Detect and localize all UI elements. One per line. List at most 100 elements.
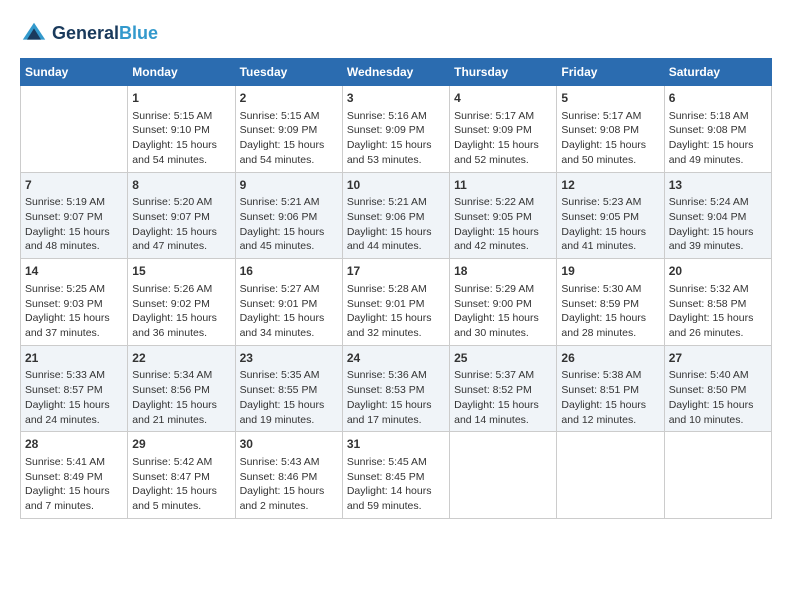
calendar-body: 1 Sunrise: 5:15 AM Sunset: 9:10 PM Daylig…: [21, 86, 772, 519]
calendar-week-row: 21Sunrise: 5:33 AM Sunset: 8:57 PM Dayli…: [21, 345, 772, 432]
day-number: 22: [132, 350, 230, 367]
day-number: 9: [240, 177, 338, 194]
calendar-cell: 8Sunrise: 5:20 AM Sunset: 9:07 PM Daylig…: [128, 172, 235, 259]
calendar-week-row: 1 Sunrise: 5:15 AM Sunset: 9:10 PM Daylig…: [21, 86, 772, 173]
calendar-cell: 11Sunrise: 5:22 AM Sunset: 9:05 PM Dayli…: [450, 172, 557, 259]
calendar-cell: 3Sunrise: 5:16 AM Sunset: 9:09 PM Daylig…: [342, 86, 449, 173]
calendar-cell: 26Sunrise: 5:38 AM Sunset: 8:51 PM Dayli…: [557, 345, 664, 432]
calendar-cell: 28 Sunrise: 5:41 AM Sunset: 8:49 PM Dayli…: [21, 432, 128, 519]
calendar-cell: [557, 432, 664, 519]
day-number: 2: [240, 90, 338, 107]
day-number: 18: [454, 263, 552, 280]
day-number: 27: [669, 350, 767, 367]
calendar-cell: 18 Sunrise: 5:29 AM Sunset: 9:00 PM Dayli…: [450, 259, 557, 346]
calendar-cell: 20 Sunrise: 5:32 AM Sunset: 8:58 PM Dayli…: [664, 259, 771, 346]
cell-content: Sunrise: 5:25 AM Sunset: 9:03 PM Dayligh…: [25, 282, 123, 341]
calendar-day-header: Monday: [128, 59, 235, 86]
day-number: 29: [132, 436, 230, 453]
cell-content: Sunrise: 5:21 AM Sunset: 9:06 PM Dayligh…: [347, 195, 445, 254]
day-number: 31: [347, 436, 445, 453]
day-number: 13: [669, 177, 767, 194]
day-number: 5: [561, 90, 659, 107]
calendar-header-row: SundayMondayTuesdayWednesdayThursdayFrid…: [21, 59, 772, 86]
calendar-cell: 17 Sunrise: 5:28 AM Sunset: 9:01 PM Dayli…: [342, 259, 449, 346]
day-number: 15: [132, 263, 230, 280]
cell-content: Sunrise: 5:17 AM Sunset: 9:09 PM Dayligh…: [454, 109, 552, 168]
day-number: 24: [347, 350, 445, 367]
day-number: 20: [669, 263, 767, 280]
cell-content: Sunrise: 5:43 AM Sunset: 8:46 PM Dayligh…: [240, 455, 338, 514]
calendar-cell: 23Sunrise: 5:35 AM Sunset: 8:55 PM Dayli…: [235, 345, 342, 432]
day-number: 11: [454, 177, 552, 194]
cell-content: Sunrise: 5:38 AM Sunset: 8:51 PM Dayligh…: [561, 368, 659, 427]
cell-content: Sunrise: 5:32 AM Sunset: 8:58 PM Dayligh…: [669, 282, 767, 341]
day-number: 6: [669, 90, 767, 107]
calendar-cell: [21, 86, 128, 173]
calendar-week-row: 28 Sunrise: 5:41 AM Sunset: 8:49 PM Dayli…: [21, 432, 772, 519]
calendar-cell: 21Sunrise: 5:33 AM Sunset: 8:57 PM Dayli…: [21, 345, 128, 432]
calendar-cell: 31 Sunrise: 5:45 AM Sunset: 8:45 PM Dayli…: [342, 432, 449, 519]
calendar-cell: 2 Sunrise: 5:15 AM Sunset: 9:09 PM Daylig…: [235, 86, 342, 173]
cell-content: Sunrise: 5:23 AM Sunset: 9:05 PM Dayligh…: [561, 195, 659, 254]
logo-text: GeneralBlue: [52, 24, 158, 44]
cell-content: Sunrise: 5:19 AM Sunset: 9:07 PM Dayligh…: [25, 195, 123, 254]
day-number: 23: [240, 350, 338, 367]
cell-content: Sunrise: 5:45 AM Sunset: 8:45 PM Dayligh…: [347, 455, 445, 514]
cell-content: Sunrise: 5:37 AM Sunset: 8:52 PM Dayligh…: [454, 368, 552, 427]
cell-content: Sunrise: 5:18 AM Sunset: 9:08 PM Dayligh…: [669, 109, 767, 168]
calendar-day-header: Thursday: [450, 59, 557, 86]
calendar-cell: 24Sunrise: 5:36 AM Sunset: 8:53 PM Dayli…: [342, 345, 449, 432]
cell-content: Sunrise: 5:30 AM Sunset: 8:59 PM Dayligh…: [561, 282, 659, 341]
calendar-cell: [450, 432, 557, 519]
calendar-cell: 15Sunrise: 5:26 AM Sunset: 9:02 PM Dayli…: [128, 259, 235, 346]
cell-content: Sunrise: 5:27 AM Sunset: 9:01 PM Dayligh…: [240, 282, 338, 341]
cell-content: Sunrise: 5:15 AM Sunset: 9:10 PM Dayligh…: [132, 109, 230, 168]
cell-content: Sunrise: 5:22 AM Sunset: 9:05 PM Dayligh…: [454, 195, 552, 254]
day-number: 30: [240, 436, 338, 453]
calendar-cell: 22Sunrise: 5:34 AM Sunset: 8:56 PM Dayli…: [128, 345, 235, 432]
day-number: 3: [347, 90, 445, 107]
calendar-cell: 29 Sunrise: 5:42 AM Sunset: 8:47 PM Dayli…: [128, 432, 235, 519]
calendar-cell: 16 Sunrise: 5:27 AM Sunset: 9:01 PM Dayli…: [235, 259, 342, 346]
day-number: 8: [132, 177, 230, 194]
day-number: 16: [240, 263, 338, 280]
day-number: 10: [347, 177, 445, 194]
cell-content: Sunrise: 5:17 AM Sunset: 9:08 PM Dayligh…: [561, 109, 659, 168]
calendar-cell: 30 Sunrise: 5:43 AM Sunset: 8:46 PM Dayli…: [235, 432, 342, 519]
calendar-week-row: 7Sunrise: 5:19 AM Sunset: 9:07 PM Daylig…: [21, 172, 772, 259]
calendar-cell: 7Sunrise: 5:19 AM Sunset: 9:07 PM Daylig…: [21, 172, 128, 259]
day-number: 14: [25, 263, 123, 280]
header: GeneralBlue: [20, 20, 772, 48]
calendar-cell: 25Sunrise: 5:37 AM Sunset: 8:52 PM Dayli…: [450, 345, 557, 432]
cell-content: Sunrise: 5:24 AM Sunset: 9:04 PM Dayligh…: [669, 195, 767, 254]
calendar-day-header: Saturday: [664, 59, 771, 86]
calendar-day-header: Tuesday: [235, 59, 342, 86]
calendar-week-row: 14 Sunrise: 5:25 AM Sunset: 9:03 PM Dayli…: [21, 259, 772, 346]
day-number: 17: [347, 263, 445, 280]
cell-content: Sunrise: 5:35 AM Sunset: 8:55 PM Dayligh…: [240, 368, 338, 427]
cell-content: Sunrise: 5:36 AM Sunset: 8:53 PM Dayligh…: [347, 368, 445, 427]
cell-content: Sunrise: 5:21 AM Sunset: 9:06 PM Dayligh…: [240, 195, 338, 254]
cell-content: Sunrise: 5:40 AM Sunset: 8:50 PM Dayligh…: [669, 368, 767, 427]
cell-content: Sunrise: 5:15 AM Sunset: 9:09 PM Dayligh…: [240, 109, 338, 168]
day-number: 1: [132, 90, 230, 107]
cell-content: Sunrise: 5:29 AM Sunset: 9:00 PM Dayligh…: [454, 282, 552, 341]
calendar-cell: 6 Sunrise: 5:18 AM Sunset: 9:08 PM Daylig…: [664, 86, 771, 173]
day-number: 28: [25, 436, 123, 453]
day-number: 12: [561, 177, 659, 194]
cell-content: Sunrise: 5:42 AM Sunset: 8:47 PM Dayligh…: [132, 455, 230, 514]
calendar-cell: 4 Sunrise: 5:17 AM Sunset: 9:09 PM Daylig…: [450, 86, 557, 173]
logo: GeneralBlue: [20, 20, 158, 48]
day-number: 4: [454, 90, 552, 107]
calendar-cell: 19Sunrise: 5:30 AM Sunset: 8:59 PM Dayli…: [557, 259, 664, 346]
day-number: 26: [561, 350, 659, 367]
calendar-cell: 1 Sunrise: 5:15 AM Sunset: 9:10 PM Daylig…: [128, 86, 235, 173]
cell-content: Sunrise: 5:41 AM Sunset: 8:49 PM Dayligh…: [25, 455, 123, 514]
day-number: 25: [454, 350, 552, 367]
calendar-cell: 9Sunrise: 5:21 AM Sunset: 9:06 PM Daylig…: [235, 172, 342, 259]
calendar-day-header: Friday: [557, 59, 664, 86]
calendar-cell: 12Sunrise: 5:23 AM Sunset: 9:05 PM Dayli…: [557, 172, 664, 259]
cell-content: Sunrise: 5:33 AM Sunset: 8:57 PM Dayligh…: [25, 368, 123, 427]
cell-content: Sunrise: 5:28 AM Sunset: 9:01 PM Dayligh…: [347, 282, 445, 341]
cell-content: Sunrise: 5:34 AM Sunset: 8:56 PM Dayligh…: [132, 368, 230, 427]
